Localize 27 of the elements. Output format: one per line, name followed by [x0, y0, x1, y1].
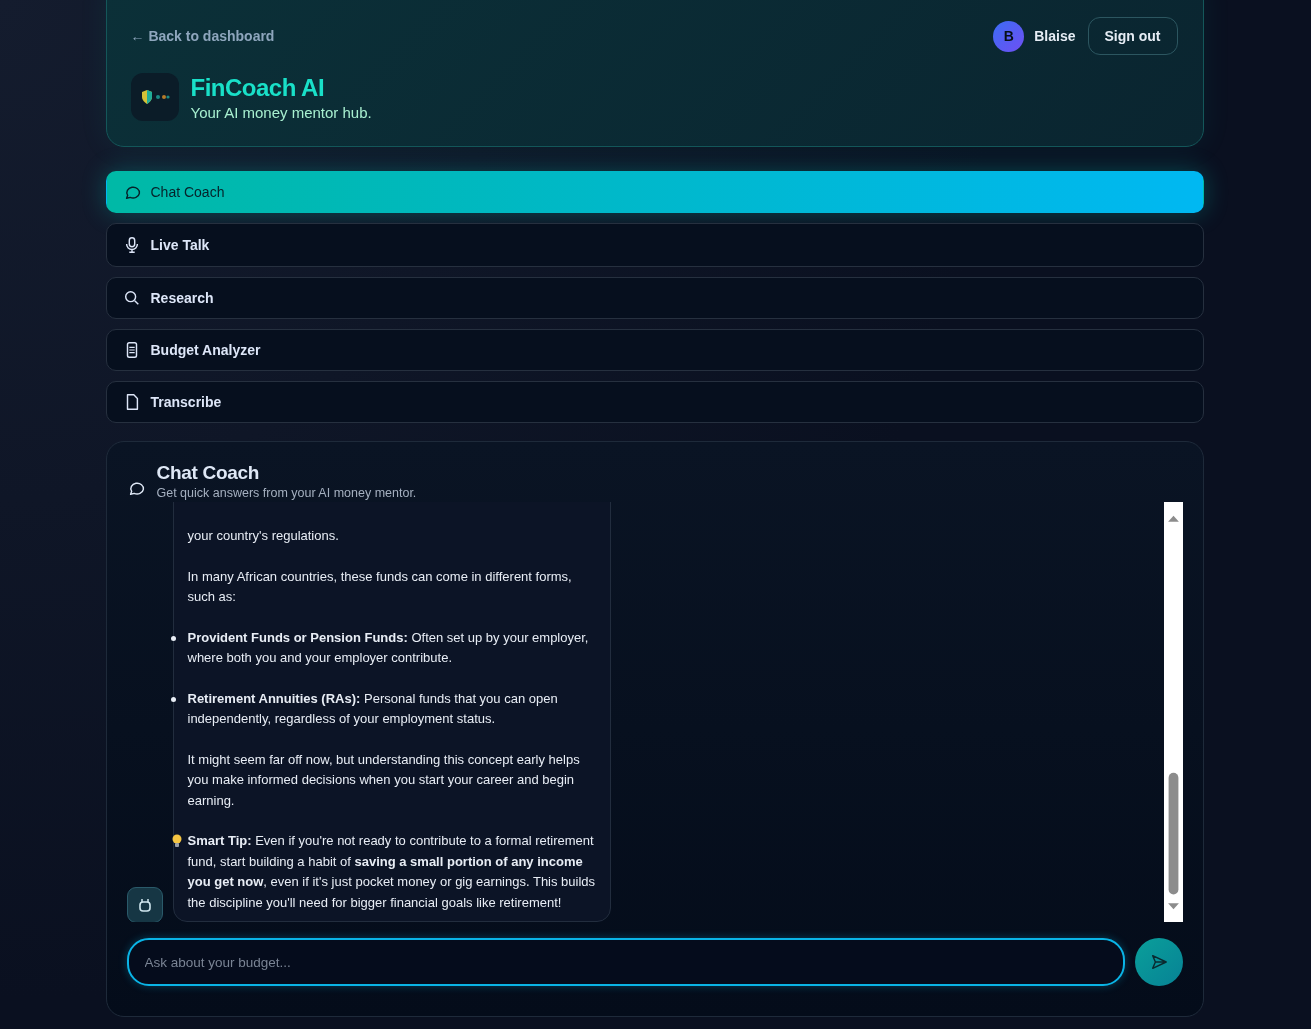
- user-avatar: B: [993, 20, 1025, 52]
- message-text: It might seem far off now, but understanding this concept early helps you make informed decisions when you start your career and begin earning.: [187, 750, 581, 810]
- nav-tab[interactable]: Research: [105, 277, 1204, 319]
- message-text: In many African countries, these funds can come in different forms, such as:: [187, 567, 573, 606]
- nav-tab[interactable]: Live Talk: [105, 223, 1204, 267]
- list-item: Provident Funds or Pension Funds: Often set up by your employer, where both you and your employer contribute.: [187, 629, 589, 665]
- nav-tab[interactable]: Transcribe: [105, 381, 1204, 423]
- send-button[interactable]: [1134, 938, 1183, 986]
- message-text: your country's regulations.: [187, 527, 340, 545]
- robot-icon: [137, 898, 152, 912]
- app-subtitle: Your AI money mentor hub.: [190, 103, 372, 121]
- sign-out-button[interactable]: Sign out: [1087, 17, 1178, 55]
- user-name: Blaise: [1034, 28, 1076, 44]
- app-title: FinCoach AI: [190, 73, 326, 102]
- send-icon: [1149, 953, 1168, 971]
- scrollbar[interactable]: [1163, 502, 1183, 922]
- shield-logo-icon: [139, 90, 170, 104]
- list-item: Retirement Annuities (RAs): Personal funds that you can open independently, regardless of your employment status.: [187, 690, 558, 726]
- message-text: Smart Tip: Even if you're not ready to contribute to a formal retirement fund, start building a habit of saving a small portion of any income you get now, even if it's just pocket money or gig earnings. This builds the discipline you'll need for bigger financial goals like retirement!: [187, 833, 596, 910]
- nav-tab[interactable]: Chat Coach: [105, 171, 1204, 213]
- panel-subtitle: Get quick answers from your AI money mentor.: [156, 486, 417, 500]
- lightbulb-icon: [170, 834, 183, 848]
- message-input[interactable]: Ask about your budget...: [126, 938, 1125, 986]
- search-icon: [122, 289, 141, 307]
- back-link[interactable]: ← Back to dashboard: [130, 28, 275, 44]
- panel-title: Chat Coach: [156, 462, 261, 484]
- nav-tab[interactable]: Budget Analyzer: [105, 329, 1204, 371]
